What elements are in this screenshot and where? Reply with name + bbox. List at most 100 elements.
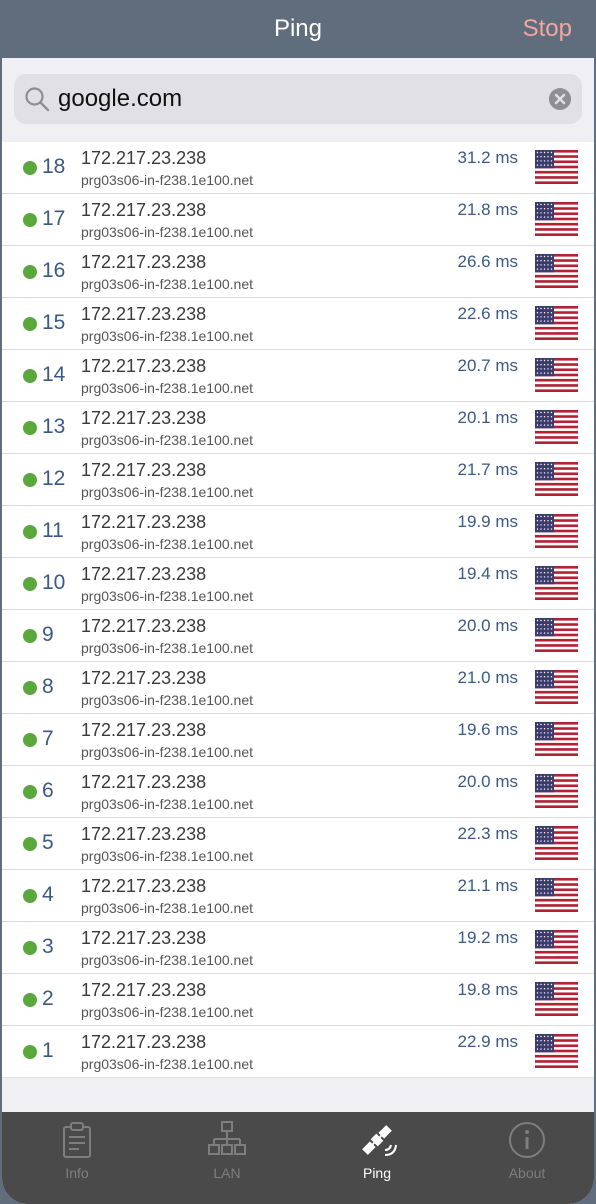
ping-time: 19.4 ms xyxy=(457,564,518,583)
ping-time: 26.6 ms xyxy=(457,252,518,271)
search-input[interactable] xyxy=(58,74,536,124)
ping-host: prg03s06-in-f238.1e100.net xyxy=(81,172,254,188)
ping-row[interactable]: 2 172.217.23.238 prg03s06-in-f238.1e100.ne… xyxy=(2,974,594,1026)
ping-row[interactable]: 15 172.217.23.238 prg03s06-in-f238.1e100.n… xyxy=(2,298,594,350)
ping-row[interactable]: 17 172.217.23.238 prg03s06-in-f238.1e100.n… xyxy=(2,194,594,246)
screen: Ping Stop 18172.217.23.238prg03s06-in-f2… xyxy=(2,0,594,1204)
us-flag-icon xyxy=(535,826,578,860)
ping-host: prg03s06-in-f238.1e100.net xyxy=(81,1056,254,1072)
ping-ip: 172.217.23.238 xyxy=(81,564,207,584)
ping-seq: 6 xyxy=(42,779,54,802)
ping-seq: 14 xyxy=(42,363,66,386)
ping-host: prg03s06-in-f238.1e100.net xyxy=(81,900,254,916)
ping-seq: 13 xyxy=(42,415,66,438)
us-flag-icon xyxy=(535,514,578,548)
ping-seq: 3 xyxy=(42,935,54,958)
ping-row[interactable]: 1 172.217.23.238 prg03s06-in-f238.1e100.ne… xyxy=(2,1026,594,1078)
nav-bar: Ping Stop xyxy=(2,0,594,58)
ping-ip: 172.217.23.238 xyxy=(81,876,207,896)
ping-ip: 172.217.23.238 xyxy=(81,356,207,376)
ping-host: prg03s06-in-f238.1e100.net xyxy=(81,224,254,240)
tab-bar: Info LAN Ping About xyxy=(2,1112,594,1204)
search-box[interactable] xyxy=(14,74,582,124)
ping-host: prg03s06-in-f238.1e100.net xyxy=(81,380,254,396)
ping-time: 20.7 ms xyxy=(457,356,518,375)
ping-ip: 172.217.23.238 xyxy=(81,772,207,792)
us-flag-icon xyxy=(535,930,578,964)
info-icon xyxy=(509,1122,545,1158)
ping-time: 20.1 ms xyxy=(457,408,518,427)
ping-ip: 172.217.23.238 xyxy=(81,252,207,272)
page-title: Ping xyxy=(273,15,323,42)
ping-time: 19.9 ms xyxy=(457,512,518,531)
ping-row[interactable]: 16 172.217.23.238 prg03s06-in-f238.1e100.n… xyxy=(2,246,594,298)
us-flag-icon xyxy=(535,566,578,600)
status-dot xyxy=(23,889,37,903)
tab-ping-label: Ping xyxy=(362,1165,392,1181)
ping-host: prg03s06-in-f238.1e100.net xyxy=(81,796,254,812)
ping-row[interactable]: 13 172.217.23.238 prg03s06-in-f238.1e100.n… xyxy=(2,402,594,454)
stop-button[interactable]: Stop xyxy=(523,0,572,58)
ping-time: 21.1 ms xyxy=(457,876,518,895)
tab-info[interactable]: Info xyxy=(2,1112,152,1204)
ping-seq: 2 xyxy=(42,987,54,1010)
ping-row[interactable]: 4 172.217.23.238 prg03s06-in-f238.1e100.ne… xyxy=(2,870,594,922)
ping-seq: 7 xyxy=(42,727,54,750)
ping-time: 31.2 ms xyxy=(457,148,518,167)
status-dot xyxy=(23,629,37,643)
ping-row[interactable]: 11 172.217.23.238 prg03s06-in-f238.1e100.n… xyxy=(2,506,594,558)
ping-ip: 172.217.23.238 xyxy=(81,720,207,740)
satellite-icon xyxy=(362,1125,397,1156)
ping-time: 21.0 ms xyxy=(457,668,518,687)
ping-ip: 172.217.23.238 xyxy=(81,980,207,1000)
ping-row[interactable]: 7 172.217.23.238 prg03s06-in-f238.1e100.ne… xyxy=(2,714,594,766)
tab-ping[interactable]: Ping xyxy=(302,1112,452,1204)
ping-row[interactable]: 3 172.217.23.238 prg03s06-in-f238.1e100.ne… xyxy=(2,922,594,974)
us-flag-icon xyxy=(535,982,578,1016)
ping-time: 22.3 ms xyxy=(457,824,518,843)
ping-row[interactable]: 14 172.217.23.238 prg03s06-in-f238.1e100.n… xyxy=(2,350,594,402)
status-dot xyxy=(23,993,37,1007)
status-dot xyxy=(23,733,37,747)
us-flag-icon xyxy=(535,306,578,340)
tab-about-label: About xyxy=(508,1165,546,1181)
status-dot xyxy=(23,317,37,331)
us-flag-icon xyxy=(535,1034,578,1068)
ping-seq: 10 xyxy=(42,571,66,594)
us-flag-icon xyxy=(535,410,578,444)
clear-icon[interactable] xyxy=(548,87,572,111)
ping-row[interactable]: 10 172.217.23.238 prg03s06-in-f238.1e100.n… xyxy=(2,558,594,610)
ping-host: prg03s06-in-f238.1e100.net xyxy=(81,952,254,968)
ping-row[interactable]: 18 172.217.23.238 prg03s06-in-f238.1e100.n… xyxy=(2,142,594,194)
ping-ip: 172.217.23.238 xyxy=(81,928,207,948)
ping-row[interactable]: 9 172.217.23.238 prg03s06-in-f238.1e100.ne… xyxy=(2,610,594,662)
ping-host: prg03s06-in-f238.1e100.net xyxy=(81,848,254,864)
ping-host: prg03s06-in-f238.1e100.net xyxy=(81,744,254,760)
us-flag-icon xyxy=(535,618,578,652)
status-dot xyxy=(23,525,37,539)
ping-row[interactable]: 5 172.217.23.238 prg03s06-in-f238.1e100.ne… xyxy=(2,818,594,870)
ping-row[interactable]: 6 172.217.23.238 prg03s06-in-f238.1e100.ne… xyxy=(2,766,594,818)
status-dot xyxy=(23,161,37,175)
us-flag-icon xyxy=(535,878,578,912)
status-dot xyxy=(23,421,37,435)
ping-host: prg03s06-in-f238.1e100.net xyxy=(81,328,254,344)
ping-seq: 15 xyxy=(42,311,66,334)
ping-results-list: 18 172.217.23.238 prg03s06-in-f238.1e100.n… xyxy=(2,142,594,1078)
ping-seq: 16 xyxy=(42,259,66,282)
ping-row[interactable]: 8 172.217.23.238 prg03s06-in-f238.1e100.ne… xyxy=(2,662,594,714)
ping-time: 19.6 ms xyxy=(457,720,518,739)
ping-ip: 172.217.23.238 xyxy=(81,408,207,428)
ping-seq: 9 xyxy=(42,623,54,646)
ping-time: 19.2 ms xyxy=(457,928,518,947)
network-icon xyxy=(208,1121,246,1155)
ping-row[interactable]: 12 172.217.23.238 prg03s06-in-f238.1e100.n… xyxy=(2,454,594,506)
status-dot xyxy=(23,369,37,383)
us-flag-icon xyxy=(535,774,578,808)
tab-about[interactable]: About xyxy=(452,1112,594,1204)
status-dot xyxy=(23,785,37,799)
us-flag-icon xyxy=(535,462,578,496)
ping-ip: 172.217.23.238 xyxy=(81,616,207,636)
ping-ip: 172.217.23.238 xyxy=(81,200,207,220)
tab-lan[interactable]: LAN xyxy=(152,1112,302,1204)
